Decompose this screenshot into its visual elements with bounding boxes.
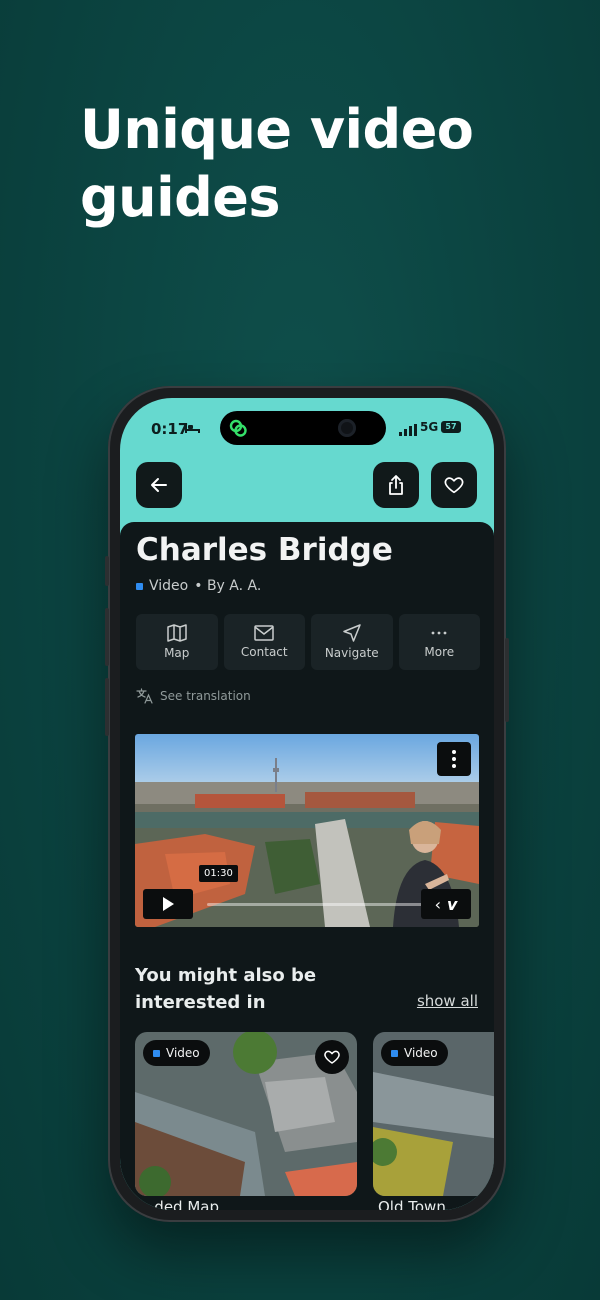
card-badge: Video bbox=[143, 1040, 210, 1066]
related-card[interactable]: Video bbox=[135, 1032, 357, 1196]
card-title: Old Town... bbox=[378, 1198, 461, 1210]
related-card[interactable]: Video bbox=[373, 1032, 494, 1196]
video-player[interactable]: 01:30 ‹ v bbox=[135, 734, 479, 927]
card-badge: Video bbox=[381, 1040, 448, 1066]
see-translation-label: See translation bbox=[160, 689, 251, 703]
place-category: Video bbox=[149, 578, 189, 594]
share-icon bbox=[389, 475, 403, 495]
arrow-left-icon bbox=[151, 478, 167, 492]
video-category-dot bbox=[391, 1049, 398, 1057]
status-bar: 0:17 5G 57 bbox=[120, 398, 494, 456]
network-type: 5G bbox=[420, 420, 439, 434]
volume-up-button bbox=[105, 608, 109, 666]
volume-down-button bbox=[105, 678, 109, 736]
phone-screen: 0:17 5G 57 Charles Bridge Video • By A. … bbox=[120, 398, 494, 1210]
more-button[interactable]: More bbox=[398, 614, 480, 670]
show-all-link[interactable]: show all bbox=[417, 992, 478, 1010]
content-sheet: Charles Bridge Video • By A. A. Map Cont… bbox=[120, 522, 494, 1210]
contact-label: Contact bbox=[240, 645, 288, 659]
action-button bbox=[105, 556, 109, 586]
mail-icon bbox=[254, 625, 274, 641]
contact-button[interactable]: Contact bbox=[223, 614, 305, 670]
dynamic-island bbox=[220, 411, 386, 445]
time-tooltip: 01:30 bbox=[199, 865, 238, 882]
status-time: 0:17 bbox=[151, 420, 189, 438]
see-translation-link[interactable]: See translation bbox=[136, 688, 251, 704]
heart-icon bbox=[444, 477, 464, 494]
action-row: Map Contact Navigate More bbox=[136, 614, 480, 670]
map-icon bbox=[167, 624, 187, 642]
map-button[interactable]: Map bbox=[136, 614, 218, 670]
card-badge-label: Video bbox=[166, 1046, 200, 1060]
options-dot bbox=[452, 750, 456, 754]
back-button[interactable] bbox=[136, 462, 182, 508]
navigate-icon bbox=[343, 624, 361, 642]
battery-level: 57 bbox=[445, 422, 457, 431]
favorite-button[interactable] bbox=[431, 462, 477, 508]
card-badge-label: Video bbox=[404, 1046, 438, 1060]
camera-icon bbox=[338, 419, 356, 437]
card-title: ...ded Map... bbox=[140, 1198, 234, 1210]
signal-icon bbox=[399, 424, 417, 436]
video-category-dot bbox=[136, 582, 143, 590]
progress-track[interactable] bbox=[207, 903, 422, 906]
more-icon bbox=[431, 631, 447, 635]
translate-icon bbox=[136, 688, 153, 704]
video-category-dot bbox=[153, 1049, 160, 1057]
player-brand[interactable]: ‹ v bbox=[421, 889, 471, 919]
battery-icon: 57 bbox=[441, 421, 461, 433]
navigate-button[interactable]: Navigate bbox=[311, 614, 393, 670]
phone-frame: 0:17 5G 57 Charles Bridge Video • By A. … bbox=[105, 386, 509, 1222]
vimeo-logo-icon: v bbox=[446, 894, 458, 914]
more-label: More bbox=[424, 645, 455, 659]
related-section-title: You might also be interested in bbox=[135, 965, 317, 1013]
video-options-button[interactable] bbox=[437, 742, 471, 776]
place-meta: Video • By A. A. bbox=[136, 578, 261, 594]
heart-icon bbox=[324, 1050, 340, 1064]
sleep-icon bbox=[185, 424, 200, 433]
link-app-icon bbox=[229, 419, 247, 437]
map-label: Map bbox=[164, 646, 190, 660]
share-button[interactable] bbox=[373, 462, 419, 508]
options-dot bbox=[452, 757, 456, 761]
place-title: Charles Bridge bbox=[136, 532, 393, 568]
power-button bbox=[505, 638, 509, 722]
play-button[interactable] bbox=[143, 889, 193, 919]
video-controls: 01:30 ‹ v bbox=[143, 865, 471, 919]
navigate-label: Navigate bbox=[324, 646, 379, 660]
page-headline: Unique video guides bbox=[80, 98, 474, 229]
options-dot bbox=[452, 764, 456, 768]
chevron-left-icon: ‹ bbox=[434, 894, 441, 914]
play-icon bbox=[163, 897, 174, 911]
card-favorite-button[interactable] bbox=[315, 1040, 349, 1074]
place-author: • By A. A. bbox=[194, 578, 262, 594]
